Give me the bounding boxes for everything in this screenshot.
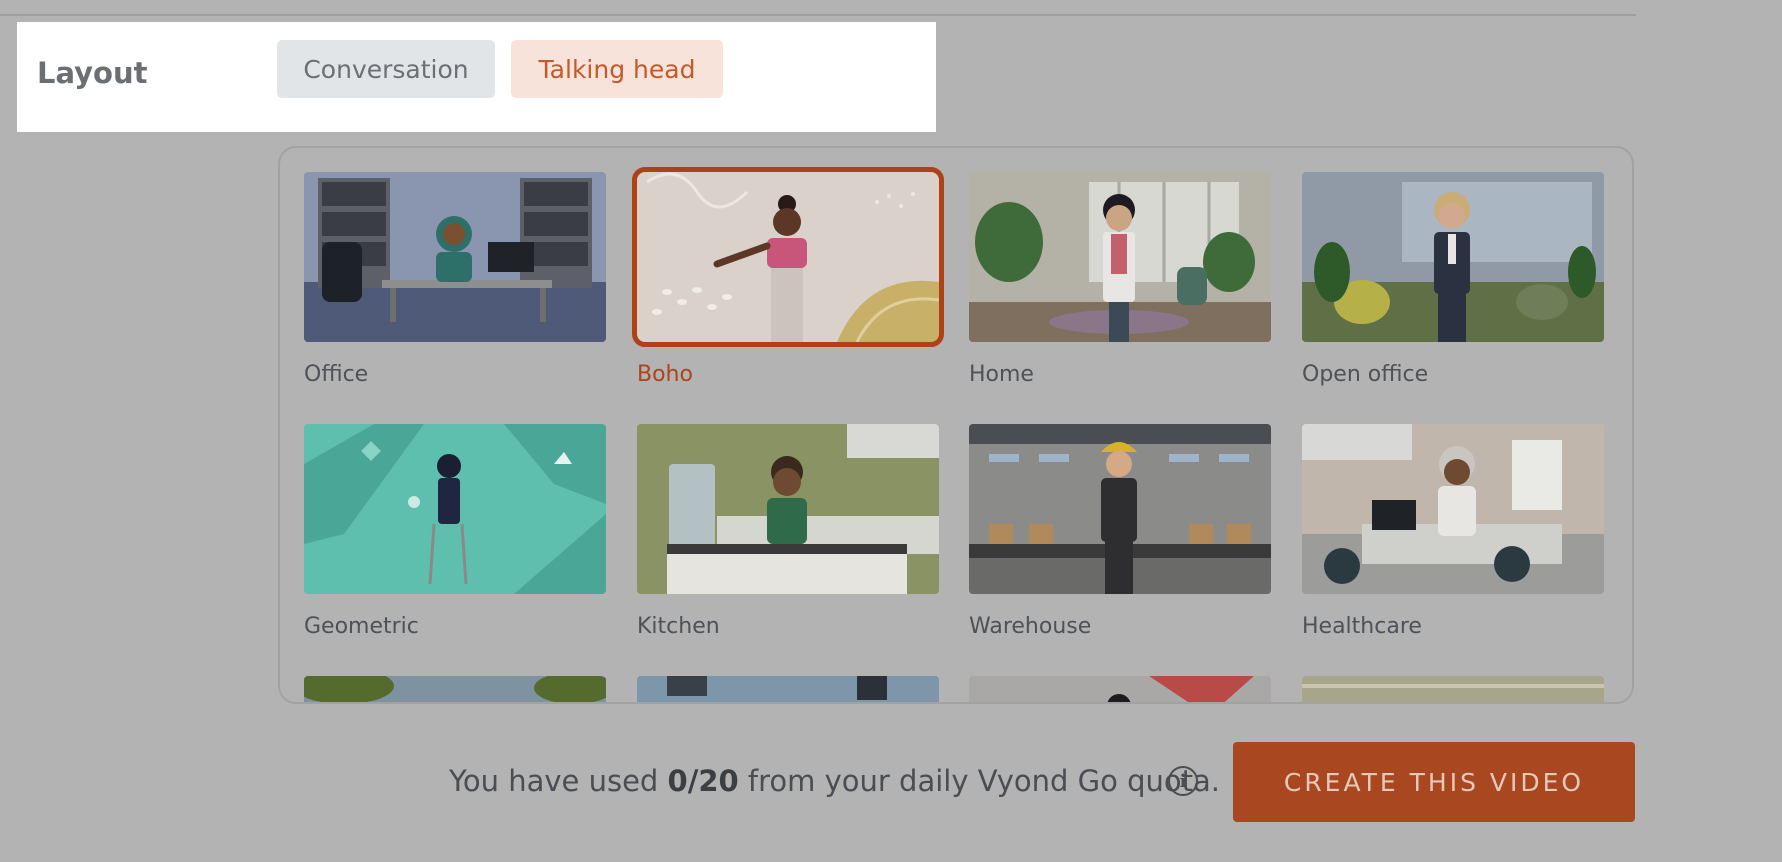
conversation-layout-button[interactable]: Conversation — [277, 40, 495, 98]
background-tile-home[interactable]: Home — [969, 172, 1271, 387]
background-tile-office[interactable]: Office — [304, 172, 606, 387]
kitchen-thumbnail — [637, 424, 939, 594]
background-tile-healthcare[interactable]: Healthcare — [1302, 424, 1604, 639]
quota-text: You have used 0/20 from your daily Vyond… — [449, 764, 1220, 798]
quota-suffix: from your daily Vyond Go quota. — [738, 764, 1221, 798]
quota-prefix: You have used — [449, 764, 668, 798]
home-thumbnail — [969, 172, 1271, 342]
healthcare-thumbnail — [1302, 424, 1604, 594]
open-office-thumbnail — [1302, 172, 1604, 342]
partial-thumbnail — [1302, 676, 1604, 702]
background-tile-partial[interactable] — [304, 676, 606, 702]
background-gallery[interactable]: Office Boho Home Open office Geometric K… — [278, 146, 1634, 704]
info-icon[interactable]: i — [1168, 766, 1198, 796]
partial-thumbnail — [969, 676, 1271, 702]
background-tile-partial[interactable] — [1302, 676, 1604, 702]
boho-thumbnail — [632, 167, 944, 347]
background-name: Home — [969, 362, 1034, 387]
background-name: Open office — [1302, 362, 1429, 387]
partial-thumbnail — [637, 676, 939, 702]
background-tile-kitchen[interactable]: Kitchen — [637, 424, 939, 639]
background-tile-warehouse[interactable]: Warehouse — [969, 424, 1271, 639]
background-name: Healthcare — [1302, 614, 1422, 639]
background-tile-partial[interactable] — [637, 676, 939, 702]
quota-value: 0/20 — [667, 764, 739, 798]
talking-head-layout-button[interactable]: Talking head — [511, 40, 723, 98]
top-divider — [0, 14, 1636, 16]
background-name: Office — [304, 362, 369, 387]
background-tile-partial[interactable] — [969, 676, 1271, 702]
layout-label: Layout — [37, 56, 148, 90]
background-tile-boho[interactable]: Boho — [632, 167, 944, 387]
layout-panel: Layout Conversation Talking head — [17, 22, 936, 132]
partial-thumbnail — [304, 676, 606, 702]
background-name: Geometric — [304, 614, 419, 639]
warehouse-thumbnail — [969, 424, 1271, 594]
background-name: Boho — [637, 362, 693, 387]
background-name: Kitchen — [637, 614, 720, 639]
create-video-button[interactable]: CREATE THIS VIDEO — [1233, 742, 1635, 822]
background-name: Warehouse — [969, 614, 1092, 639]
background-tile-geometric[interactable]: Geometric — [304, 424, 606, 639]
office-thumbnail — [304, 172, 606, 342]
background-tile-open-office[interactable]: Open office — [1302, 172, 1604, 387]
geometric-thumbnail — [304, 424, 606, 594]
